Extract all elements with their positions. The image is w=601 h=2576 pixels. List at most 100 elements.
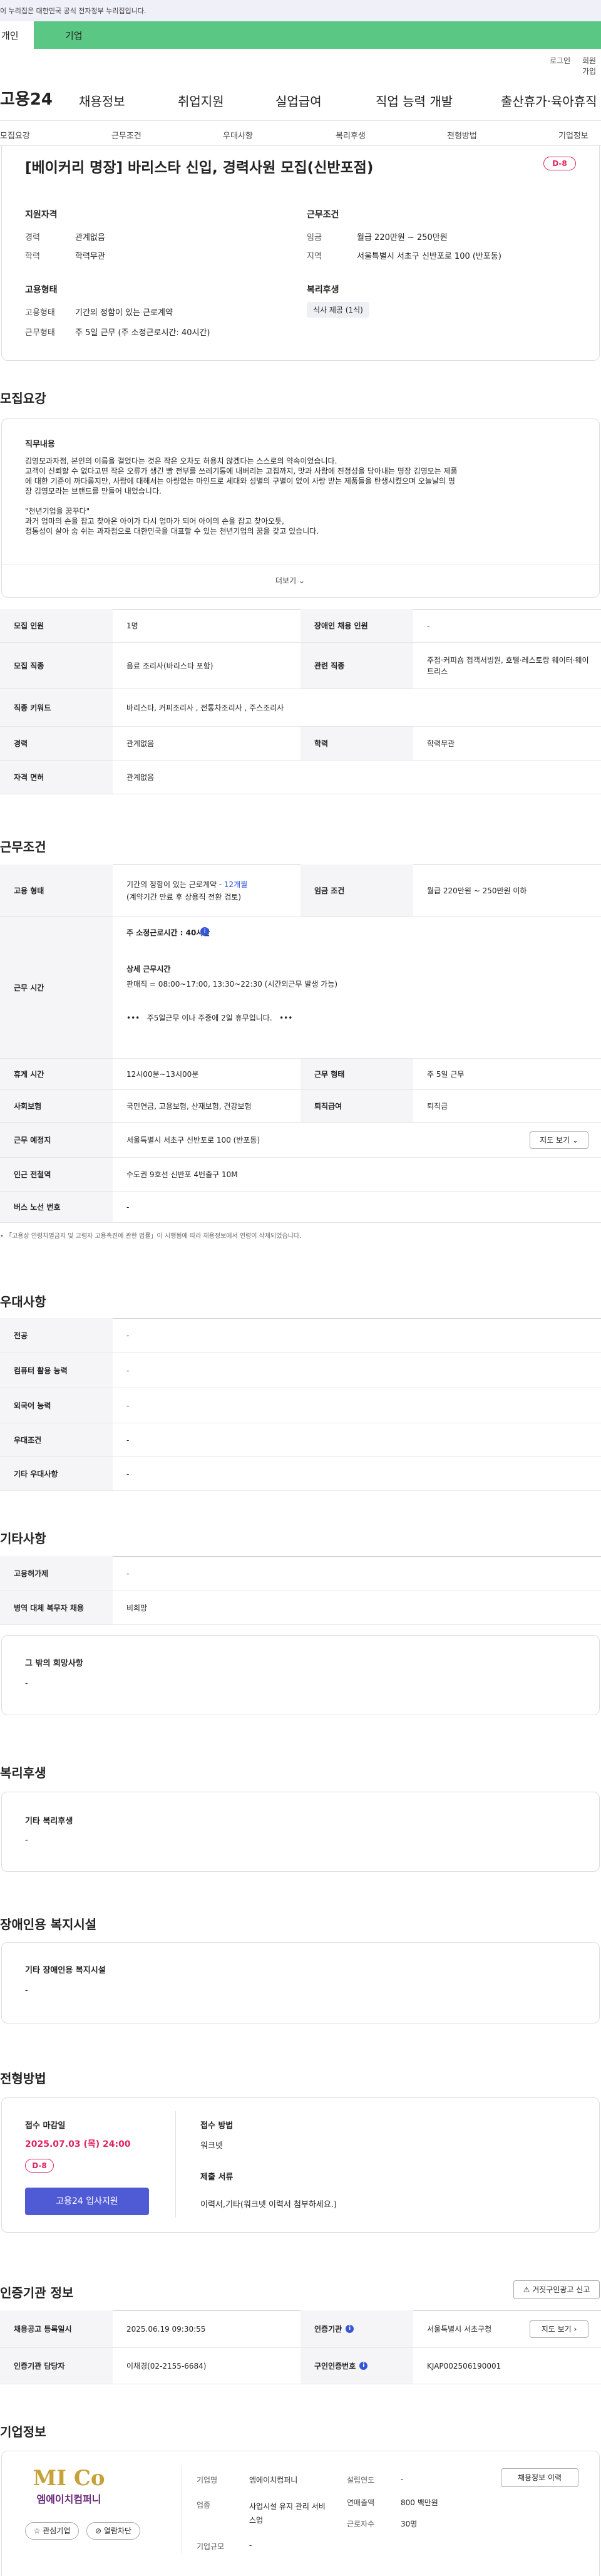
gnb-unemployment[interactable]: 실업급여 [275, 91, 322, 110]
etc-box-title: 그 밖의 희망사항 [25, 1659, 83, 1668]
section-etc-title: 기타사항 [0, 1531, 46, 1546]
weekly-hours: 주 소정근로시간 : 40시간 [126, 928, 210, 937]
map-view-button[interactable]: 지도 보기 ⌄ [530, 1131, 588, 1149]
apply-button[interactable]: 고용24 입사지원 [25, 2188, 149, 2215]
company-jobs-button[interactable]: 채용정보 이력 [501, 2468, 578, 2487]
industry-value: 사업시설 유지 관리 서비스업 [249, 2502, 326, 2525]
subnav-preference[interactable]: 우대사항 [223, 129, 253, 141]
star-icon: ☆ [33, 2527, 41, 2535]
info-icon[interactable]: i [200, 927, 209, 936]
gnb-employment-support[interactable]: 취업지원 [178, 91, 224, 110]
sales-value: 800 백만원 [401, 2498, 438, 2507]
block-view-button[interactable]: ⊘ 열람차단 [86, 2522, 140, 2540]
info-icon[interactable]: i [359, 2362, 368, 2370]
cert-map-button[interactable]: 지도 보기 › [530, 2320, 588, 2338]
alert-icon: ⚠ [523, 2285, 530, 2294]
site-logo[interactable]: 고용24 [0, 86, 53, 110]
disab-box-value: - [25, 1986, 28, 1995]
subnav-company[interactable]: 기업정보 [558, 129, 588, 141]
company-name-label: 기업명 [197, 2476, 218, 2485]
section-process-title: 전형방법 [0, 2071, 46, 2086]
report-fake-ad-button[interactable]: ⚠ 거짓구인광고 신고 [513, 2280, 600, 2299]
job-title: [베이커리 명장] 바리스타 신입, 경력사원 모집(신반포점) [25, 160, 374, 176]
est-value: - [401, 2475, 404, 2483]
company-logo: MI Co 엠에이치컴퍼니 [33, 2466, 105, 2505]
emp-value: 주 5일 근무 (주 소정근로시간: 40시간) [75, 328, 210, 338]
top-tabs: 개인 기업 [0, 21, 601, 49]
dday-badge: D-8 [543, 157, 576, 170]
qual-title: 지원자격 [25, 210, 58, 220]
gov-banner: 이 누리집은 대한민국 공식 전자정부 누리집입니다. [0, 0, 601, 21]
deadline-value: 2025.07.03 (목) 24:00 [25, 2139, 131, 2149]
table-row: 사회보험 국민연금, 고용보험, 산재보험, 건강보험 퇴직급여 퇴직금 [0, 1090, 601, 1123]
cond-title: 근무조건 [307, 210, 339, 220]
process-dday-badge: D-8 [25, 2159, 54, 2173]
table-row: 근무 예정지 서울특별시 서초구 신반포로 100 (반포동) [0, 1123, 601, 1158]
disab-box [1, 1942, 600, 2023]
duty-text: 김영모과자점, 본인의 이름을 걸었다는 것은 작은 오차도 허용치 않겠다는 … [25, 457, 458, 536]
qual-value: 관계없음 [75, 233, 105, 242]
table-row: 휴게 시간 12시00분~13시00분 근무 형태 주 5일 근무 [0, 1059, 601, 1090]
info-icon[interactable]: i [346, 2325, 354, 2333]
login-link[interactable]: 로그인 [550, 55, 570, 66]
table-row: 채용공고 등록일시 2025.06.19 09:30:55 인증기관 i 서울특별시… [0, 2310, 601, 2348]
table-row: 고용 형태 기간의 정함이 있는 근로계약 - 12개월 (계약기간 만료 후 … [0, 865, 601, 917]
section-benefit-title: 복리후생 [0, 1765, 46, 1780]
welfare-title: 복리후생 [307, 285, 339, 295]
cond-label: 임금 [307, 233, 322, 242]
table-row: 자격 면허 관계없음 [0, 761, 601, 794]
tab-business[interactable]: 기업 [34, 21, 601, 49]
section-work-title: 근무조건 [0, 839, 46, 854]
docs-value: 이력서,기타(워크넷 이력서 첨부하세요.) [200, 2200, 337, 2210]
deadline-title: 접수 마감일 [25, 2121, 66, 2131]
hours-note: ••• 주5일근무 이나 주중에 2일 휴무입니다. ••• [126, 1014, 293, 1022]
detail-hours: 판매직 = 08:00~17:00, 13:30~22:30 (시간외근무 발생… [126, 980, 338, 989]
gnb-training[interactable]: 직업 능력 개발 [376, 91, 453, 110]
staff-value: 30명 [401, 2520, 418, 2528]
tab-personal[interactable]: 개인 [0, 21, 34, 49]
detail-hours-title: 상세 근무시간 [126, 965, 171, 974]
benefit-box [1, 1792, 600, 1872]
age-footnote: • 「고용상 연령차별금지 및 고령자 고용촉진에 관한 법률」이 시행됨에 따… [0, 1233, 302, 1240]
table-row: 컴퓨터 활용 능력 - [0, 1353, 601, 1388]
etc-box-value: - [25, 1679, 28, 1688]
table-row: 인근 전철역 수도권 9호선 신반포 4번출구 10M [0, 1158, 601, 1192]
cond-value: 월급 220만원 ~ 250만원 [357, 233, 448, 242]
signup-link[interactable]: 회원가입 [582, 55, 601, 76]
gnb-job-info[interactable]: 채용정보 [79, 91, 125, 110]
table-row: 버스 노선 번호 - [0, 1192, 601, 1223]
disab-box-title: 기타 장애인용 복지시설 [25, 1966, 106, 1975]
subnav-welfare[interactable]: 복리후생 [336, 129, 366, 141]
qual-label: 학력 [25, 252, 40, 261]
favorite-company-button[interactable]: ☆ 관심기업 [25, 2522, 79, 2540]
more-button[interactable]: 더보기 ⌄ [275, 575, 305, 586]
sales-label: 연매출액 [347, 2498, 375, 2507]
table-row: 병역 대체 복무자 채용 비희망 [0, 1591, 601, 1625]
emp-title: 고용형태 [25, 285, 58, 295]
gnb-parental-leave[interactable]: 출산휴가·육아휴직 [501, 91, 597, 110]
emp-value: 기간의 정함이 있는 근로계약 [75, 308, 173, 318]
etc-box [1, 1635, 600, 1715]
method-title: 접수 방법 [200, 2121, 234, 2131]
est-label: 설립연도 [347, 2476, 375, 2485]
duty-title: 직무내용 [25, 440, 55, 449]
size-value: - [249, 2541, 252, 2550]
table-row: 모집 인원 1명 장애인 채용 인원 - [0, 609, 601, 643]
benefit-box-title: 기타 복리후생 [25, 1817, 73, 1826]
docs-title: 제출 서류 [200, 2173, 234, 2182]
section-company-title: 기업정보 [0, 2424, 46, 2439]
subnav-recruit[interactable]: 모집요강 [0, 129, 30, 141]
subnav-process[interactable]: 전형방법 [447, 129, 477, 141]
table-row: 전공 - [0, 1318, 601, 1353]
qual-value: 학력무관 [75, 252, 105, 261]
subnav-conditions[interactable]: 근무조건 [111, 129, 141, 141]
cond-value: 서울특별시 서초구 신반포로 100 (반포동) [357, 252, 501, 261]
welfare-tag: 식사 제공 (1식) [307, 302, 369, 318]
company-name: 엠에이치컴퍼니 [249, 2476, 298, 2485]
table-row: 경력 관계없음 학력 학력무관 [0, 727, 601, 761]
section-disab-title: 장애인용 복지시설 [0, 1917, 97, 1932]
emp-label: 근무형태 [25, 328, 55, 338]
emp-label: 고용형태 [25, 308, 55, 318]
section-cert-title: 인증기관 정보 [0, 2285, 74, 2300]
size-label: 기업규모 [197, 2542, 225, 2551]
